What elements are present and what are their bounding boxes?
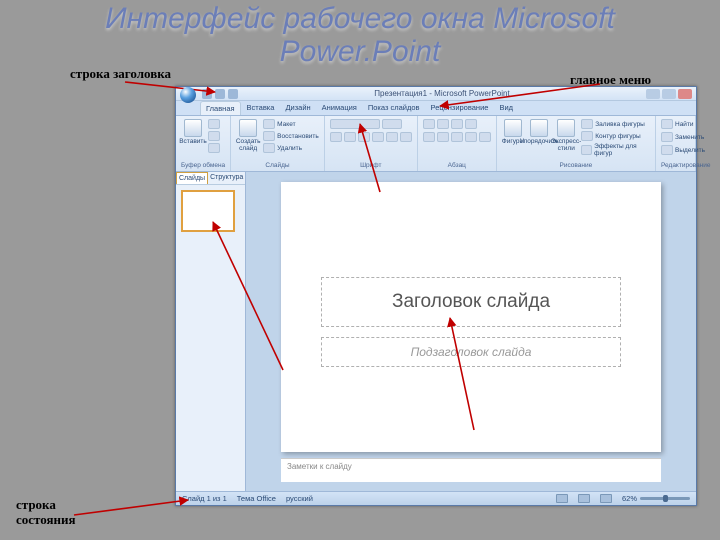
tab-animation[interactable]: Анимация <box>317 101 362 115</box>
window-title: Презентация1 - Microsoft PowerPoint <box>238 89 646 98</box>
window-controls <box>646 89 692 99</box>
ann-statusbar: строка состояния <box>16 498 76 528</box>
shadow-button[interactable] <box>386 132 398 142</box>
group-editing: Найти Заменить Выделить Редактирование <box>656 116 696 171</box>
arrange-button[interactable]: Упорядочить <box>527 119 551 145</box>
shape-fill-button[interactable]: Заливка фигуры <box>581 119 650 129</box>
numbering-button[interactable] <box>437 119 449 129</box>
slide-canvas[interactable]: Заголовок слайда Подзаголовок слайда <box>281 182 661 452</box>
columns-button[interactable] <box>479 132 491 142</box>
indent-dec-button[interactable] <box>451 119 463 129</box>
copy-icon[interactable] <box>208 131 220 141</box>
align-center-button[interactable] <box>437 132 449 142</box>
qat-redo-icon[interactable] <box>228 89 238 99</box>
cut-icon[interactable] <box>208 119 220 129</box>
outline-pane: Слайды Структура <box>176 172 246 491</box>
subtitle-placeholder[interactable]: Подзаголовок слайда <box>321 337 621 367</box>
align-left-button[interactable] <box>423 132 435 142</box>
group-paragraph: Абзац <box>418 116 497 171</box>
tab-home[interactable]: Главная <box>200 101 241 115</box>
select-button[interactable]: Выделить <box>661 145 705 155</box>
new-slide-icon <box>239 119 257 137</box>
arrange-icon <box>530 119 548 137</box>
quick-access-toolbar <box>202 89 238 99</box>
normal-view-button[interactable] <box>556 494 568 503</box>
tab-insert[interactable]: Вставка <box>242 101 280 115</box>
font-family-dropdown[interactable] <box>330 119 380 129</box>
workspace: Слайды Структура Заголовок слайда Подзаг… <box>176 172 696 491</box>
tab-design[interactable]: Дизайн <box>280 101 315 115</box>
bold-button[interactable] <box>330 132 342 142</box>
tab-slideshow[interactable]: Показ слайдов <box>363 101 425 115</box>
shape-outline-button[interactable]: Контур фигуры <box>581 131 650 141</box>
close-button[interactable] <box>678 89 692 99</box>
powerpoint-window: Презентация1 - Microsoft PowerPoint Глав… <box>175 86 697 506</box>
quick-styles-button[interactable]: Экспресс-стили <box>554 119 578 152</box>
zoom-slider[interactable] <box>640 497 690 500</box>
notes-pane[interactable]: Заметки к слайду <box>281 458 661 482</box>
paste-button[interactable]: Вставить <box>181 119 205 145</box>
find-button[interactable]: Найти <box>661 119 694 129</box>
align-justify-button[interactable] <box>465 132 477 142</box>
tab-review[interactable]: Рецензирование <box>426 101 494 115</box>
slide-editor: Заголовок слайда Подзаголовок слайда Зам… <box>246 172 696 491</box>
slideshow-view-button[interactable] <box>600 494 612 503</box>
qat-save-icon[interactable] <box>202 89 212 99</box>
bullets-button[interactable] <box>423 119 435 129</box>
indent-inc-button[interactable] <box>465 119 477 129</box>
group-drawing: Фигуры Упорядочить Экспресс-стили Заливк… <box>497 116 656 171</box>
quick-styles-icon <box>557 119 575 137</box>
reset-button[interactable]: Восстановить <box>263 131 319 141</box>
strike-button[interactable] <box>372 132 384 142</box>
group-slides: Создать слайд Макет Восстановить Удалить… <box>231 116 325 171</box>
format-painter-icon[interactable] <box>208 143 220 153</box>
status-slide: Слайд 1 из 1 <box>182 494 227 503</box>
font-color-button[interactable] <box>400 132 412 142</box>
qat-undo-icon[interactable] <box>215 89 225 99</box>
title-placeholder[interactable]: Заголовок слайда <box>321 277 621 327</box>
page-title: Интерфейс рабочего окна Microsoft Power.… <box>0 0 720 68</box>
font-size-dropdown[interactable] <box>382 119 402 129</box>
office-button[interactable] <box>180 87 196 103</box>
titlebar: Презентация1 - Microsoft PowerPoint <box>176 87 696 101</box>
zoom-control[interactable]: 62% <box>622 494 690 503</box>
layout-button[interactable]: Макет <box>263 119 319 129</box>
slides-tab[interactable]: Слайды <box>176 172 208 184</box>
status-bar: Слайд 1 из 1 Тема Office русский 62% <box>176 491 696 505</box>
delete-button[interactable]: Удалить <box>263 143 319 153</box>
replace-button[interactable]: Заменить <box>661 132 704 142</box>
group-font: Шрифт <box>325 116 418 171</box>
new-slide-button[interactable]: Создать слайд <box>236 119 260 152</box>
underline-button[interactable] <box>358 132 370 142</box>
sorter-view-button[interactable] <box>578 494 590 503</box>
group-clipboard: Вставить Буфер обмена <box>176 116 231 171</box>
shapes-icon <box>504 119 522 137</box>
maximize-button[interactable] <box>662 89 676 99</box>
outline-tab[interactable]: Структура <box>208 172 245 184</box>
paste-icon <box>184 119 202 137</box>
tab-view[interactable]: Вид <box>494 101 518 115</box>
ann-titlebar: строка заголовка <box>70 67 171 82</box>
status-theme: Тема Office <box>237 494 276 503</box>
status-lang: русский <box>286 494 313 503</box>
italic-button[interactable] <box>344 132 356 142</box>
shape-effects-button[interactable]: Эффекты для фигур <box>581 143 650 157</box>
ribbon: Вставить Буфер обмена Создать слайд Маке… <box>176 116 696 172</box>
minimize-button[interactable] <box>646 89 660 99</box>
slide-thumbnail[interactable] <box>181 190 235 232</box>
ribbon-tabs: Главная Вставка Дизайн Анимация Показ сл… <box>176 101 696 116</box>
align-right-button[interactable] <box>451 132 463 142</box>
